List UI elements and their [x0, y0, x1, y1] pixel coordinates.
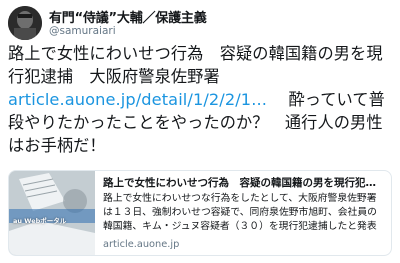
- card-thumbnail-label: au Webポータル: [13, 217, 67, 225]
- card-description: 路上で女性にわいせつな行為をしたとして、大阪府警泉佐野署は１３日、強制わいせつ容…: [103, 193, 377, 232]
- tweet-text-part-1: 路上で女性にわいせつ行為 容疑の韓国籍の男を現行犯逮捕 大阪府警泉佐野署: [8, 44, 383, 86]
- avatar[interactable]: [8, 6, 42, 40]
- card-thumbnail-image: [9, 171, 95, 255]
- tweet-text: 路上で女性にわいせつ行為 容疑の韓国籍の男を現行犯逮捕 大阪府警泉佐野署 art…: [8, 42, 396, 157]
- link-card[interactable]: au Webポータル 路上で女性にわいせつ行為 容疑の韓国籍の男を現行犯逮捕… …: [8, 170, 392, 256]
- card-domain: article.auone.jp: [103, 239, 180, 250]
- card-thumbnail: au Webポータル: [9, 171, 95, 255]
- avatar-image: [8, 6, 42, 40]
- tweet-link[interactable]: article.auone.jp/detail/1/2/2/1...: [8, 90, 267, 109]
- card-title[interactable]: 路上で女性にわいせつ行為 容疑の韓国籍の男を現行犯逮捕…: [103, 176, 385, 190]
- user-display-name[interactable]: 有門“侍議”大輔／保護主義: [49, 7, 207, 26]
- user-handle[interactable]: @samuraiari: [49, 25, 116, 37]
- tweet: 有門“侍議”大輔／保護主義 @samuraiari 路上で女性にわいせつ行為 容…: [0, 0, 400, 263]
- card-content: 路上で女性にわいせつ行為 容疑の韓国籍の男を現行犯逮捕… 路上で女性にわいせつな…: [103, 176, 385, 251]
